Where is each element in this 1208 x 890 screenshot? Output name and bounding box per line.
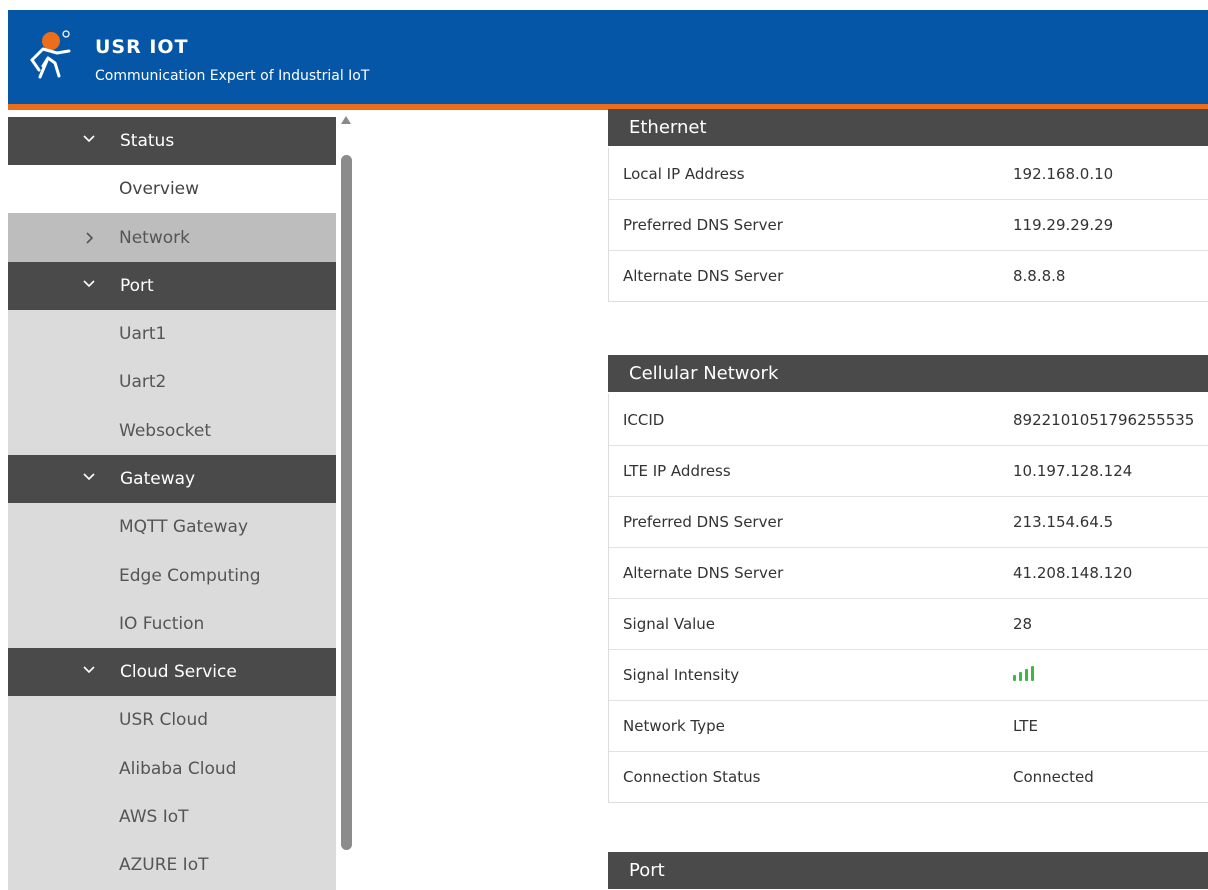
chevron-down-icon (83, 280, 95, 287)
signal-bar (1019, 672, 1022, 681)
nav-item-uart2[interactable]: Uart2 (8, 358, 336, 406)
ethernet-table: Local IP Address 192.168.0.10 Preferred … (608, 148, 1208, 302)
nav-group-status[interactable]: Status (8, 117, 336, 165)
row-value: 8922101051796255535 (1013, 410, 1195, 429)
row-key: Alternate DNS Server (623, 564, 784, 582)
signal-bars (1013, 665, 1034, 681)
signal-bar (1013, 675, 1016, 681)
scroll-up-arrow-icon[interactable] (341, 116, 351, 124)
table-row: Preferred DNS Server 213.154.64.5 (609, 496, 1208, 547)
nav-item-aws-iot[interactable]: AWS IoT (8, 793, 336, 841)
nav-group-label: Port (120, 275, 154, 296)
row-key: Network Type (623, 717, 725, 735)
nav-group-port[interactable]: Port (8, 261, 336, 310)
nav-group-cloud-service[interactable]: Cloud Service (8, 648, 336, 697)
chevron-right-icon (86, 232, 94, 244)
table-row: Connection Status Connected (609, 751, 1208, 802)
row-value: 41.208.148.120 (1013, 564, 1133, 582)
row-value: 28 (1013, 615, 1033, 633)
signal-bar (1025, 669, 1028, 681)
section-title-port: Port (608, 852, 1208, 889)
table-row: ICCID 8922101051796255535 (609, 394, 1208, 445)
row-key: Preferred DNS Server (623, 513, 783, 531)
sidebar-nav: Status Overview Network Port Uart1 Uart2… (8, 117, 336, 890)
nav-item-alibaba-cloud[interactable]: Alibaba Cloud (8, 745, 336, 793)
nav-item-websocket[interactable]: Websocket (8, 407, 336, 455)
nav-group-gateway[interactable]: Gateway (8, 454, 336, 503)
row-value: Connected (1013, 768, 1094, 786)
section-title-cellular-network: Cellular Network (608, 355, 1208, 392)
nav-group-label: Status (120, 131, 175, 151)
table-row: LTE IP Address 10.197.128.124 (609, 445, 1208, 496)
row-key: Alternate DNS Server (623, 267, 784, 285)
table-row: Signal Intensity (609, 649, 1208, 700)
usr-logo-icon (30, 30, 71, 79)
nav-item-azure-iot[interactable]: AZURE IoT (8, 841, 336, 889)
table-row: Network Type LTE (609, 700, 1208, 751)
row-key: LTE IP Address (623, 462, 731, 480)
section-title-ethernet: Ethernet (608, 109, 1208, 146)
nav-group-label: Gateway (120, 468, 196, 489)
row-value: 119.29.29.29 (1013, 216, 1114, 234)
table-row: Preferred DNS Server 119.29.29.29 (609, 199, 1208, 250)
chevron-down-icon (83, 473, 95, 481)
signal-bar (1031, 666, 1034, 681)
row-key: Preferred DNS Server (623, 216, 783, 234)
row-key: ICCID (623, 410, 665, 429)
scrollbar-thumb[interactable] (341, 155, 352, 850)
nav-item-io-fuction[interactable]: IO Fuction (8, 600, 336, 648)
nav-item-overview[interactable]: Overview (8, 165, 336, 214)
row-value: 8.8.8.8 (1013, 267, 1066, 285)
nav-item-edge-computing[interactable]: Edge Computing (8, 551, 336, 599)
chevron-down-icon (83, 666, 95, 674)
nav-group-label: Cloud Service (120, 662, 237, 683)
table-row: Signal Value 28 (609, 598, 1208, 649)
row-key: Connection Status (623, 768, 761, 786)
nav-item-label: Network (119, 227, 190, 248)
table-row: Local IP Address 192.168.0.10 (609, 148, 1208, 199)
row-value: 192.168.0.10 (1013, 164, 1114, 183)
nav-item-usr-cloud[interactable]: USR Cloud (8, 696, 336, 744)
nav-item-network[interactable]: Network (8, 213, 336, 262)
cellular-table: ICCID 8922101051796255535 LTE IP Address… (608, 394, 1208, 803)
row-key: Signal Value (623, 615, 716, 633)
table-row: Alternate DNS Server 8.8.8.8 (609, 250, 1208, 301)
row-value: 10.197.128.124 (1013, 462, 1133, 480)
row-value: 213.154.64.5 (1013, 513, 1114, 531)
brand-title: USR IOT (95, 36, 189, 58)
nav-item-mqtt-gateway[interactable]: MQTT Gateway (8, 503, 336, 551)
table-row: Alternate DNS Server 41.208.148.120 (609, 547, 1208, 598)
row-key: Signal Intensity (623, 666, 740, 684)
nav-item-uart1[interactable]: Uart1 (8, 310, 336, 358)
row-value: LTE (1013, 717, 1038, 735)
row-key: Local IP Address (623, 164, 745, 183)
brand-subtitle: Communication Expert of Industrial IoT (95, 68, 370, 84)
chevron-down-icon (83, 135, 95, 143)
signal-strength-icon (1013, 665, 1034, 685)
app-header: USR IOT Communication Expert of Industri… (8, 10, 1208, 104)
